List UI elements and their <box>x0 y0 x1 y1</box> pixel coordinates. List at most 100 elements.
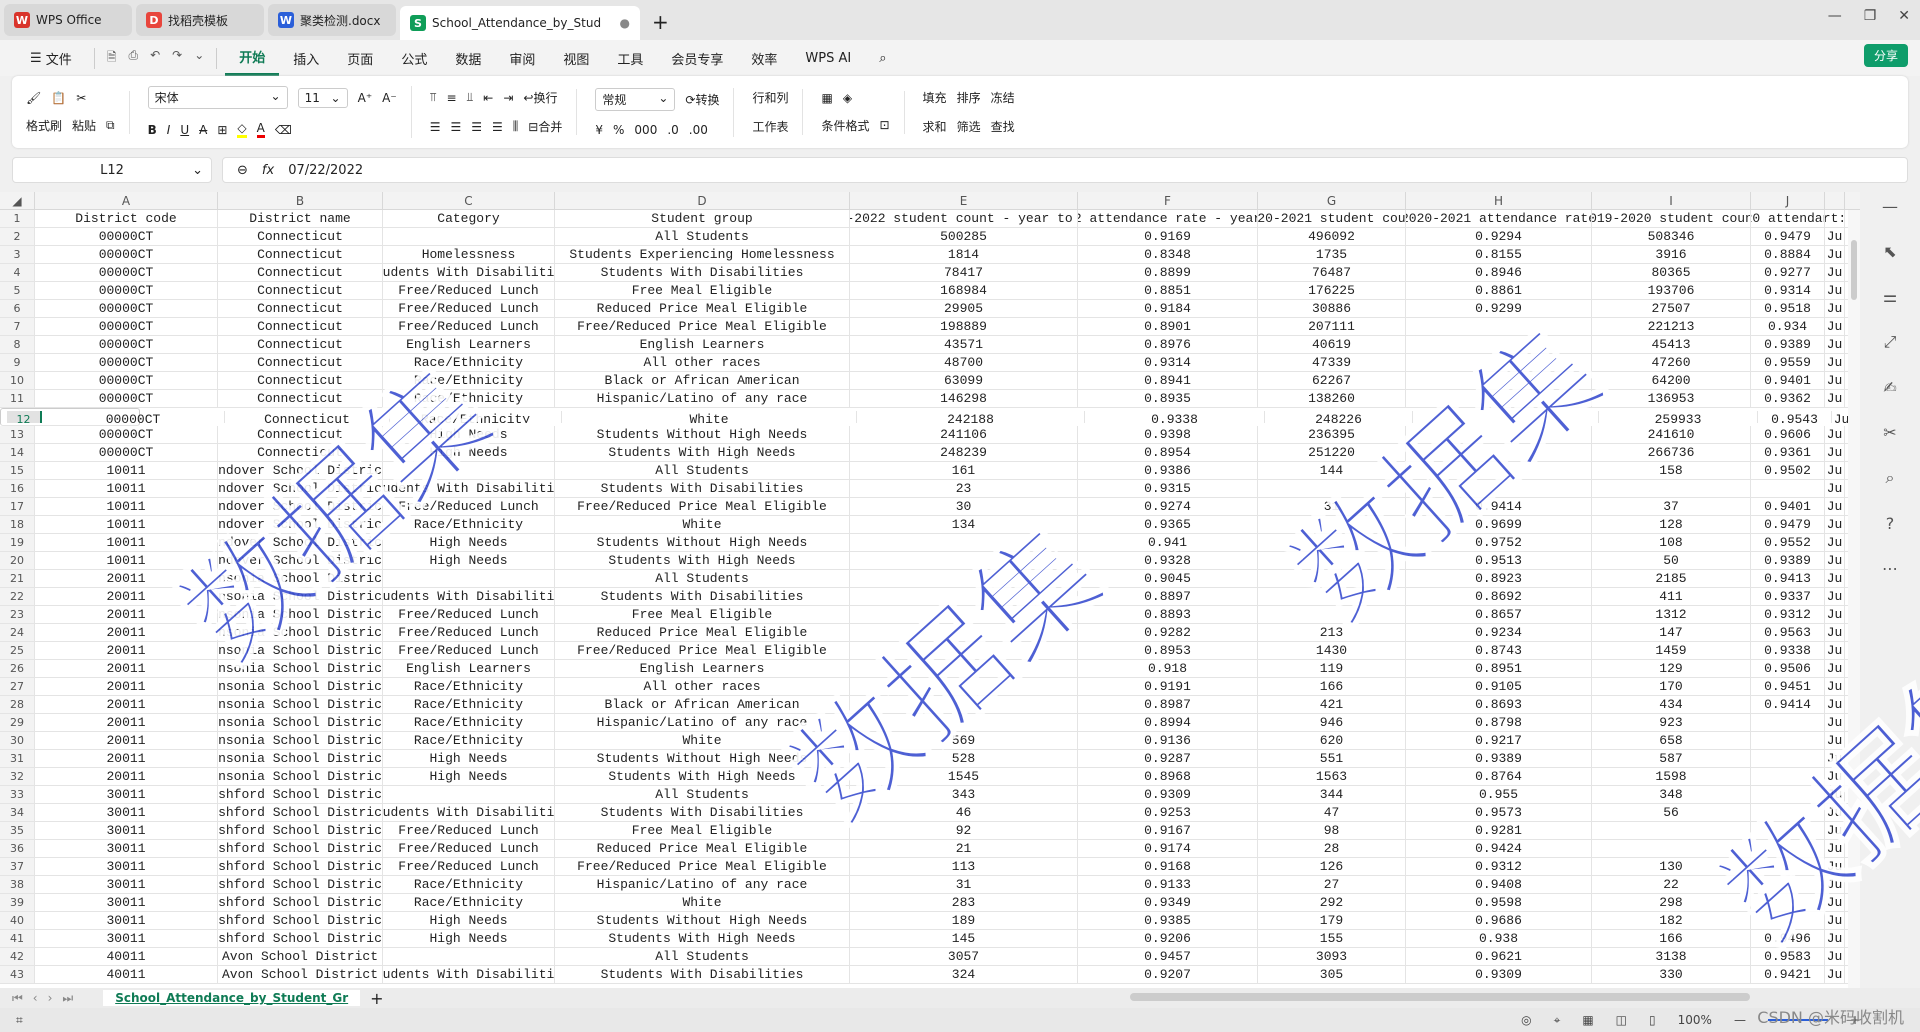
cell[interactable]: 0.9309 <box>1406 966 1592 983</box>
cell[interactable]: High Needs <box>383 930 555 947</box>
cell[interactable]: 126 <box>1258 858 1406 875</box>
cell[interactable]: 147 <box>1592 624 1751 641</box>
cell[interactable]: 0.8692 <box>1406 588 1592 605</box>
cell[interactable]: 343 <box>850 786 1078 803</box>
cell[interactable]: 0.9312 <box>1406 858 1592 875</box>
cell[interactable]: 2020-2021 attendance rate <box>1406 210 1592 227</box>
cell[interactable]: 0.9606 <box>1751 426 1825 443</box>
cell[interactable]: 00000CT <box>35 390 218 407</box>
cell[interactable]: Students With Disabilities <box>383 966 555 983</box>
cell[interactable]: 136953 <box>1592 390 1751 407</box>
cell[interactable]: 78417 <box>850 264 1078 281</box>
cell[interactable]: 0.955 <box>1406 786 1592 803</box>
cell[interactable]: All Students <box>555 948 850 965</box>
cell[interactable]: Homelessness <box>383 246 555 263</box>
cell[interactable] <box>1258 516 1406 533</box>
cell[interactable]: 00000CT <box>35 336 218 353</box>
cell[interactable]: Ju <box>1825 462 1845 479</box>
cell[interactable]: Students Without High Needs <box>555 534 850 551</box>
cell[interactable]: 00000CT <box>35 444 218 461</box>
cell[interactable]: Ansonia School District <box>218 768 383 785</box>
column-header[interactable]: C <box>383 192 555 209</box>
cell[interactable]: 46 <box>850 804 1078 821</box>
cell[interactable]: Ju <box>1825 354 1845 371</box>
cell[interactable]: 2021-2022 attendance rate - year to date <box>1078 210 1258 227</box>
cell[interactable]: Connecticut <box>218 390 383 407</box>
cell[interactable]: 0.9314 <box>1078 354 1258 371</box>
cell[interactable]: All Students <box>555 570 850 587</box>
cell[interactable]: 0.938 <box>1406 930 1592 947</box>
cell[interactable]: 47260 <box>1592 354 1751 371</box>
cell[interactable]: High Needs <box>383 768 555 785</box>
cell[interactable]: 166 <box>1592 930 1751 947</box>
cell[interactable]: Ju <box>1825 498 1845 515</box>
cell[interactable] <box>383 948 555 965</box>
cell[interactable]: 0.9362 <box>1751 390 1825 407</box>
cell[interactable]: Black or African American <box>555 372 850 389</box>
row-header[interactable]: 9 <box>0 354 35 371</box>
cell[interactable]: 0.9314 <box>1751 282 1825 299</box>
cell[interactable]: Ju <box>1825 768 1845 785</box>
cell[interactable]: 0.8923 <box>1406 570 1592 587</box>
cell[interactable]: Ju <box>1825 624 1845 641</box>
cell[interactable] <box>1406 444 1592 461</box>
cell[interactable]: 119 <box>1258 660 1406 677</box>
cell[interactable]: Ju <box>1825 750 1845 767</box>
row-header[interactable]: 38 <box>0 876 35 893</box>
cell[interactable]: Ju <box>1825 732 1845 749</box>
cell[interactable]: Ansonia School District <box>218 678 383 695</box>
row-header[interactable]: 21 <box>0 570 35 587</box>
cell[interactable] <box>1751 786 1825 803</box>
cell[interactable]: 0.8899 <box>1078 264 1258 281</box>
cell[interactable]: 113 <box>850 858 1078 875</box>
cell[interactable]: 0.9413 <box>1751 570 1825 587</box>
cell[interactable]: White <box>555 732 850 749</box>
cell[interactable]: 63099 <box>850 372 1078 389</box>
cell[interactable]: Students With High Needs <box>555 930 850 947</box>
cell[interactable]: 0.9328 <box>1078 552 1258 569</box>
cell[interactable]: Andover School District <box>218 552 383 569</box>
cell[interactable]: 2019-2020 attendance rate <box>1751 210 1825 227</box>
cell[interactable]: 0.9361 <box>1751 444 1825 461</box>
cell[interactable]: Ju <box>1825 840 1845 857</box>
cell[interactable]: 266736 <box>1592 444 1751 461</box>
cell[interactable]: 0.9598 <box>1406 894 1592 911</box>
row-header[interactable]: 5 <box>0 282 35 299</box>
cell[interactable]: 10011 <box>35 462 218 479</box>
cell[interactable]: All Students <box>555 786 850 803</box>
cell[interactable]: 0.9518 <box>1751 300 1825 317</box>
sheet-tab[interactable]: School_Attendance_by_Student_Gr <box>103 990 361 1006</box>
cell[interactable]: 0.9543 <box>1758 411 1832 423</box>
cell[interactable]: 30 <box>850 498 1078 515</box>
cell[interactable]: 551 <box>1258 750 1406 767</box>
cell[interactable]: English Learners <box>555 660 850 677</box>
cell[interactable]: 411 <box>1592 588 1751 605</box>
cell[interactable]: 0.9282 <box>1078 624 1258 641</box>
decrease-font-icon[interactable]: A⁻ <box>382 91 397 105</box>
cell[interactable]: 0.8901 <box>1078 318 1258 335</box>
cell[interactable]: 305 <box>1258 966 1406 983</box>
row-header[interactable]: 42 <box>0 948 35 965</box>
cell[interactable]: 168984 <box>850 282 1078 299</box>
cell[interactable]: Ju <box>1825 876 1845 893</box>
cell[interactable]: 236395 <box>1258 426 1406 443</box>
cell[interactable]: 20011 <box>35 732 218 749</box>
window-tab[interactable]: S School_Attendance_by_Stud ● <box>400 6 640 40</box>
row-header[interactable]: 4 <box>0 264 35 281</box>
freeze-button[interactable]: 冻结 <box>991 89 1015 106</box>
cell[interactable]: 0.9315 <box>1078 480 1258 497</box>
sheet-nav-icons[interactable]: ⏮‹›⏭ <box>12 991 83 1006</box>
cell[interactable]: Race/Ethnicity <box>383 696 555 713</box>
cell[interactable]: 0.8884 <box>1751 246 1825 263</box>
cell[interactable]: 0.9479 <box>1751 228 1825 245</box>
column-header[interactable] <box>1825 192 1845 209</box>
distributed-icon[interactable]: ⫼ <box>513 119 519 134</box>
column-header[interactable]: G <box>1258 192 1406 209</box>
row-header[interactable]: 31 <box>0 750 35 767</box>
cell[interactable] <box>1592 822 1751 839</box>
cell[interactable]: 50 <box>1592 552 1751 569</box>
cell[interactable]: 0.9277 <box>1751 264 1825 281</box>
cell[interactable]: 0.9274 <box>1078 498 1258 515</box>
cell[interactable]: 29905 <box>850 300 1078 317</box>
cell[interactable]: Ansonia School District <box>218 696 383 713</box>
